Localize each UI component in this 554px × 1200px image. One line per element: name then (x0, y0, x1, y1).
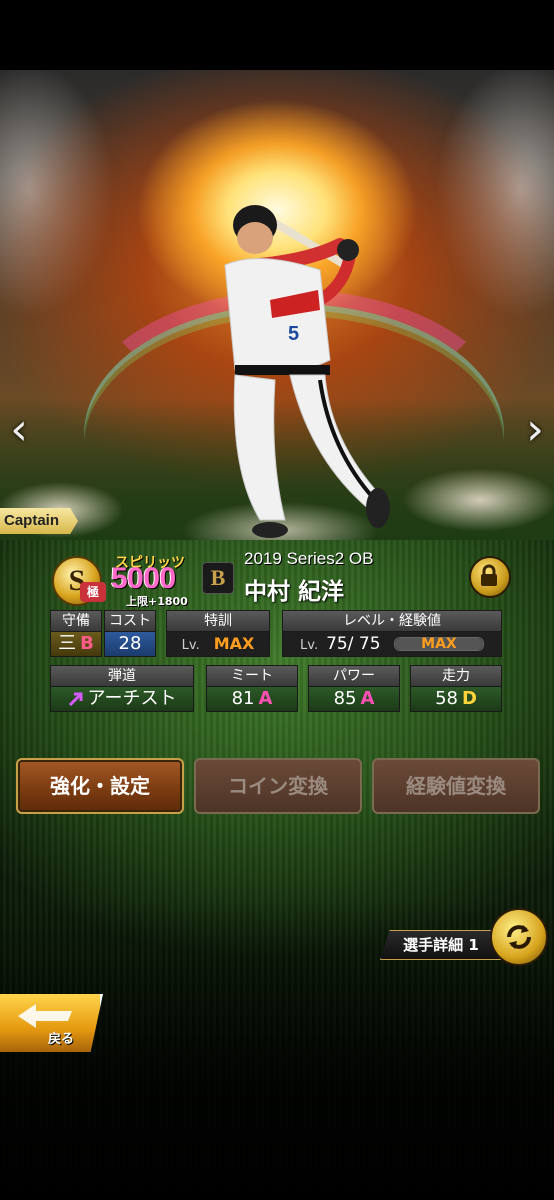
chevron-left-icon[interactable]: ‹ (4, 400, 34, 460)
power-value-box: 85 A (308, 687, 400, 712)
speed-cell: 走力 58 D (410, 665, 502, 712)
svg-text:5: 5 (288, 323, 299, 345)
level-max: 75 (358, 634, 381, 654)
speed-header: 走力 (410, 665, 502, 687)
trajectory-cell: 弾道 アーチスト (50, 665, 194, 712)
position-value-box: 三B (50, 632, 102, 657)
contact-cell: ミート 81 A (206, 665, 298, 712)
training-value-box: Lv. MAX (166, 632, 270, 657)
level-separator: / (347, 634, 354, 654)
position-value: 三 (58, 633, 77, 654)
enhance-settings-button[interactable]: 強化・設定 (16, 758, 184, 814)
power-value: 85 (333, 688, 357, 709)
level-cell: レベル・経験値 Lv. 75/ 75 MAX (282, 610, 502, 657)
exp-label: MAX (421, 636, 457, 652)
level-current: 75 (326, 634, 348, 654)
player-detail-label[interactable]: 選手詳細 1 (380, 930, 502, 960)
contact-value-box: 81 A (206, 687, 298, 712)
level-value-box: Lv. 75/ 75 MAX (282, 632, 502, 657)
captain-tag: Captain (0, 508, 78, 534)
chevron-right-icon[interactable]: › (520, 400, 550, 460)
trajectory-value-box: アーチスト (50, 687, 194, 712)
contact-grade: A (258, 688, 273, 709)
contact-value: 81 (231, 688, 255, 709)
power-cell: パワー 85 A (308, 665, 400, 712)
spirits-value: 5000 (111, 562, 176, 595)
cost-header: コスト (104, 610, 156, 632)
trajectory-arrow-icon (68, 692, 83, 707)
trajectory-value: アーチスト (87, 688, 177, 709)
team-logo: B (202, 562, 234, 594)
spirits-limit: 上限+1800 (126, 595, 188, 608)
position-header: 守備 (50, 610, 102, 632)
lock-button[interactable] (469, 556, 511, 598)
swap-button[interactable] (490, 908, 548, 966)
contact-header: ミート (206, 665, 298, 687)
position-cell: 守備 三B (50, 610, 102, 657)
back-arrow-icon (18, 1004, 72, 1028)
cost-value: 28 (104, 632, 156, 657)
power-header: パワー (308, 665, 400, 687)
training-value: MAX (213, 634, 255, 653)
level-header: レベル・経験値 (282, 610, 502, 632)
training-lv-label: Lv. (181, 638, 200, 653)
power-grade: A (360, 688, 375, 709)
player-illustration: 5 (224, 205, 390, 538)
speed-value-box: 58 D (410, 687, 502, 712)
player-hero-image: 5 (0, 70, 554, 540)
back-button[interactable]: 戻る (0, 994, 103, 1052)
level-lv-label: Lv. (300, 638, 319, 653)
swap-icon (507, 925, 531, 949)
training-header: 特訓 (166, 610, 270, 632)
speed-grade: D (461, 688, 477, 709)
status-bar-area (0, 0, 554, 70)
exp-convert-button[interactable]: 経験値変換 (372, 758, 540, 814)
training-cell: 特訓 Lv. MAX (166, 610, 270, 657)
player-name: 中村 紀洋 (244, 579, 345, 605)
exp-bar: MAX (393, 636, 484, 652)
lock-icon (481, 564, 497, 586)
position-grade: B (80, 633, 94, 654)
trajectory-header: 弾道 (50, 665, 194, 687)
series-label: 2019 Series2 OB (244, 549, 374, 568)
back-label: 戻る (48, 1032, 75, 1047)
rank-sub-badge: 極 (80, 582, 106, 602)
speed-value: 58 (435, 688, 458, 709)
cost-cell: コスト 28 (104, 610, 156, 657)
coin-convert-button[interactable]: コイン変換 (194, 758, 362, 814)
